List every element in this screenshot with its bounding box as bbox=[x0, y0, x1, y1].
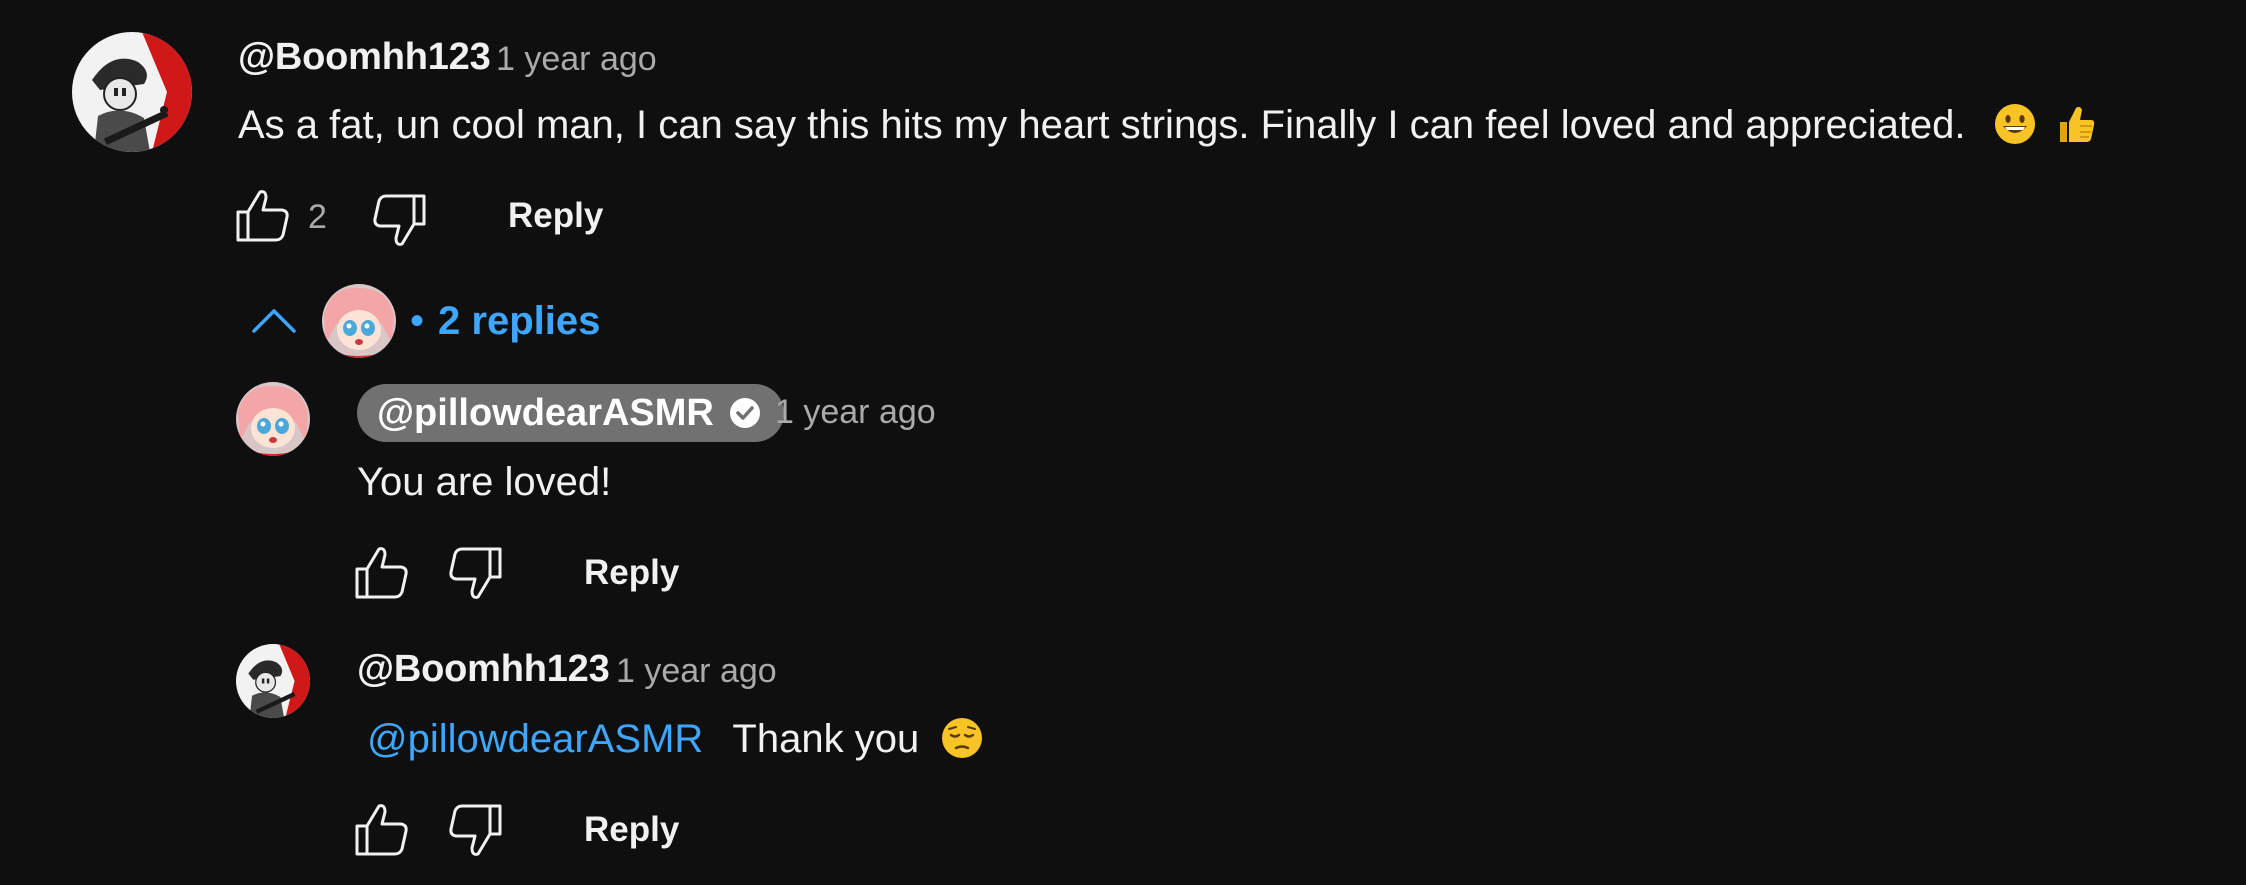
separator-dot: • bbox=[410, 298, 425, 343]
thumbs-down-icon bbox=[373, 194, 426, 246]
thumbs-up-icon bbox=[355, 547, 408, 599]
comment-text: As a fat, un cool man, I can say this hi… bbox=[238, 103, 1966, 147]
reply-text: Thank you bbox=[732, 717, 920, 761]
chevron-up-icon bbox=[252, 309, 296, 333]
replies-toggle[interactable]: • 2 replies bbox=[246, 276, 600, 366]
reply-timestamp[interactable]: 1 year ago bbox=[775, 393, 936, 432]
pensive-face-emoji bbox=[940, 717, 984, 761]
comment-timestamp[interactable]: 1 year ago bbox=[496, 40, 657, 79]
like-count: 2 bbox=[308, 198, 327, 236]
reply-avatar[interactable] bbox=[236, 644, 310, 718]
dislike-button[interactable] bbox=[370, 190, 430, 250]
reply-button[interactable]: Reply bbox=[508, 196, 603, 236]
thumbs-up-emoji bbox=[2054, 103, 2098, 147]
like-button[interactable] bbox=[351, 800, 411, 860]
reply-timestamp[interactable]: 1 year ago bbox=[616, 652, 777, 691]
reply-avatar[interactable] bbox=[236, 382, 310, 456]
comment-thread: @Boomhh123 1 year ago As a fat, un cool … bbox=[0, 0, 2246, 885]
grinning-face-emoji bbox=[1993, 103, 2048, 147]
verified-check-icon bbox=[729, 398, 760, 428]
thumbs-up-icon bbox=[355, 804, 408, 856]
comment-text-row: As a fat, un cool man, I can say this hi… bbox=[238, 102, 2098, 148]
thumbs-down-icon bbox=[449, 547, 502, 599]
like-button[interactable] bbox=[232, 186, 292, 246]
dislike-button[interactable] bbox=[446, 800, 506, 860]
reply-author: @pillowdearASMR bbox=[377, 391, 714, 434]
replier-avatar-mini bbox=[322, 284, 396, 358]
reply-button[interactable]: Reply bbox=[584, 810, 679, 850]
creator-author-badge[interactable]: @pillowdearASMR bbox=[357, 384, 784, 442]
reply-text-row: @pillowdearASMR Thank you bbox=[367, 716, 984, 762]
replies-count[interactable]: 2 replies bbox=[438, 299, 600, 344]
reply-author[interactable]: @Boomhh123 bbox=[357, 648, 610, 691]
reply-button[interactable]: Reply bbox=[584, 553, 679, 593]
commenter-avatar[interactable] bbox=[72, 32, 192, 152]
thumbs-up-icon bbox=[236, 190, 289, 242]
like-button[interactable] bbox=[351, 543, 411, 603]
comment-author[interactable]: @Boomhh123 bbox=[238, 36, 491, 79]
mention-link[interactable]: @pillowdearASMR bbox=[367, 717, 703, 761]
thumbs-down-icon bbox=[449, 804, 502, 856]
reply-text: You are loved! bbox=[357, 460, 612, 504]
dislike-button[interactable] bbox=[446, 543, 506, 603]
